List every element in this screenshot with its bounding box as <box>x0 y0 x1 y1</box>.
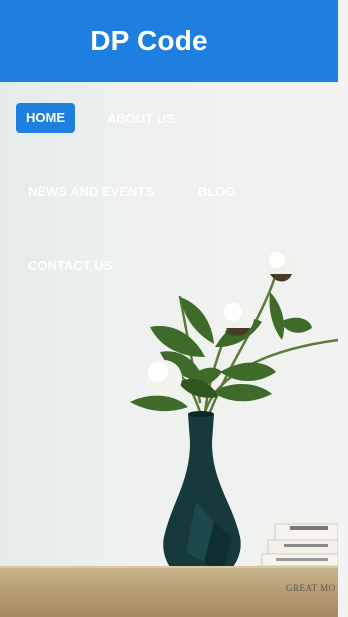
nav-about-us[interactable]: ABOUT US <box>107 111 175 127</box>
nav-blog[interactable]: BLOG <box>198 184 236 200</box>
nav-home[interactable]: HOME <box>16 103 75 133</box>
site-title[interactable]: DP Code <box>90 25 208 57</box>
hero-background <box>0 82 338 617</box>
nav-news-and-events[interactable]: NEWS AND EVENTS <box>28 184 154 200</box>
vertical-scrollbar[interactable] <box>338 0 348 617</box>
vase-with-flowers-illustration <box>130 251 338 583</box>
page: GREAT MO DP Code HOME ABOUT US NEWS AND … <box>0 0 338 617</box>
nav-contact-us[interactable]: CONTACT US <box>28 258 112 274</box>
site-header: DP Code <box>0 0 338 82</box>
book-spine-text: GREAT MO <box>286 583 336 593</box>
